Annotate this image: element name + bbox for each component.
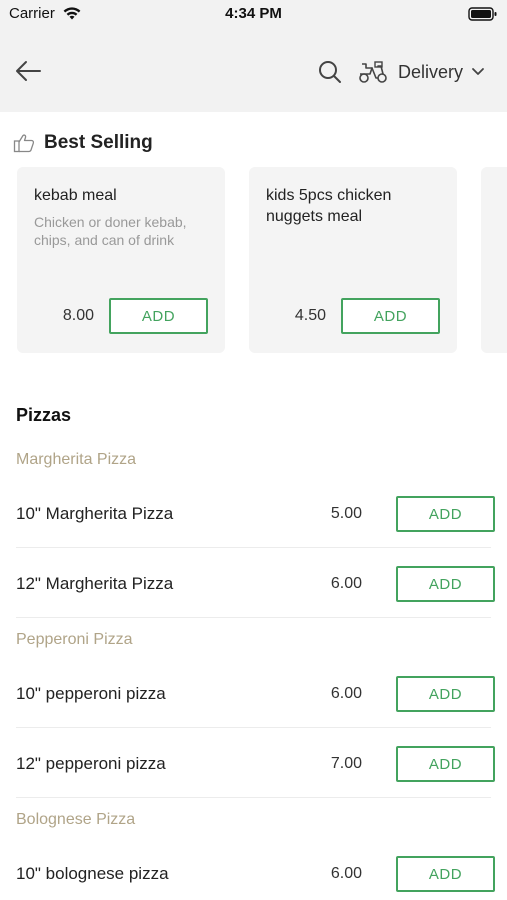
menu-item-row[interactable]: 12" Margherita Pizza 6.00 ADD [16, 549, 495, 619]
card-item-description: Chicken or doner kebab, chips, and can o… [34, 214, 187, 248]
clock-time: 4:34 PM [225, 5, 282, 22]
add-button[interactable]: ADD [396, 566, 495, 602]
menu-item-price: 6.00 [330, 685, 362, 702]
chevron-down-icon [472, 68, 484, 75]
delivery-mode-label: Delivery [398, 61, 464, 82]
card-item-name: kids 5pcs chicken nuggets meal [266, 187, 392, 225]
divider [16, 727, 491, 728]
menu-item-row[interactable]: 10" bolognese pizza 6.00 ADD [16, 839, 495, 900]
divider [16, 797, 491, 798]
scooter-icon [359, 61, 387, 83]
best-selling-card[interactable]: kids 5pcs chicken nuggets meal 4.50 ADD [249, 167, 457, 353]
delivery-mode-selector[interactable]: Delivery [358, 56, 485, 88]
thumbs-up-icon [13, 134, 35, 153]
menu-item-name: 10" bolognese pizza [16, 864, 169, 883]
add-button[interactable]: ADD [109, 298, 208, 334]
subcategory-title: Pepperoni Pizza [16, 631, 133, 648]
menu-item-row[interactable]: 10" Margherita Pizza 5.00 ADD [16, 479, 495, 549]
menu-item-name: 10" Margherita Pizza [16, 504, 174, 523]
status-bar: Carrier 4:34 PM [0, 0, 507, 30]
menu-item-price: 5.00 [330, 505, 362, 522]
subcategory-title: Margherita Pizza [16, 451, 137, 468]
menu-item-price: 6.00 [330, 575, 362, 592]
add-button[interactable]: ADD [396, 676, 495, 712]
search-icon[interactable] [317, 59, 343, 85]
add-button[interactable]: ADD [396, 856, 495, 892]
back-button[interactable] [12, 57, 44, 85]
category-title: Pizzas [16, 405, 72, 425]
divider [16, 617, 491, 618]
top-app-bar: Delivery [0, 30, 507, 112]
best-selling-header: Best Selling [13, 132, 153, 154]
menu-item-price: 6.00 [330, 865, 362, 882]
menu-item-row[interactable]: 10" pepperoni pizza 6.00 ADD [16, 659, 495, 729]
card-item-price: 4.50 [294, 307, 326, 324]
card-item-name: kebab meal [34, 187, 117, 204]
divider [16, 547, 491, 548]
menu-item-name: 12" Margherita Pizza [16, 574, 174, 593]
add-button[interactable]: ADD [396, 746, 495, 782]
menu-item-name: 12" pepperoni pizza [16, 754, 166, 773]
battery-icon [468, 7, 497, 21]
menu-item-name: 10" pepperoni pizza [16, 684, 166, 703]
menu-item-row[interactable]: 12" pepperoni pizza 7.00 ADD [16, 729, 495, 799]
card-item-price: 8.00 [62, 307, 94, 324]
subcategory-title: Bolognese Pizza [16, 811, 136, 828]
menu-item-price: 7.00 [330, 755, 362, 772]
add-button[interactable]: ADD [341, 298, 440, 334]
best-selling-card[interactable]: kebab meal Chicken or doner kebab, chips… [17, 167, 225, 353]
best-selling-title: Best Selling [44, 132, 153, 153]
add-button[interactable]: ADD [396, 496, 495, 532]
best-selling-card-partial[interactable] [481, 167, 507, 353]
back-arrow-icon [16, 61, 41, 81]
